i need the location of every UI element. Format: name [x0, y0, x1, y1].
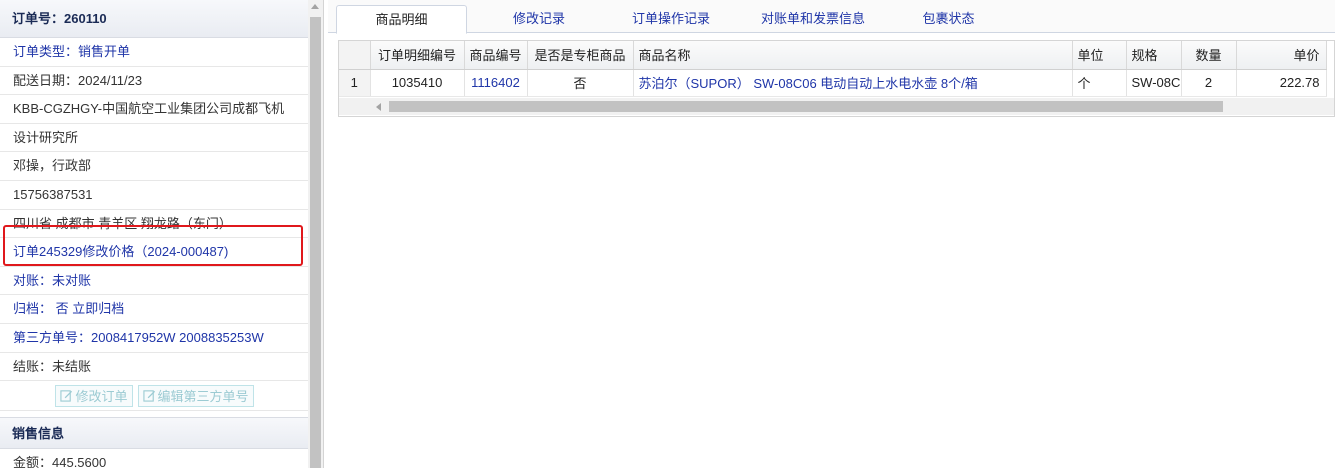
col-header[interactable]: 单位	[1072, 41, 1127, 70]
order-actions: 修改订单 编辑第三方单号	[0, 381, 309, 412]
amount-row: 金额：445.5600	[0, 449, 309, 468]
tab-reconcile-invoice[interactable]: 对账单和发票信息	[743, 5, 883, 33]
rownum-header	[339, 41, 371, 70]
col-header[interactable]: 商品名称	[633, 41, 1073, 70]
archive-label: 归档：	[13, 301, 53, 317]
col-header[interactable]: 单价	[1236, 41, 1327, 70]
detail-id-cell: 1035410	[370, 69, 465, 97]
edit-icon	[60, 390, 73, 402]
is-counter-cell: 否	[527, 69, 634, 97]
address-row: 四川省 成都市 青羊区 翔龙路（东门）	[0, 210, 309, 239]
tab-product-details[interactable]: 商品明细	[336, 5, 467, 34]
left-vertical-scrollbar[interactable]	[308, 0, 323, 468]
sales-info-header: 销售信息	[0, 417, 309, 450]
scroll-left-arrow-icon[interactable]	[376, 103, 381, 111]
reconcile-label: 对账：	[13, 272, 53, 288]
product-grid: 订单明细编号 商品编号 是否是专柜商品 商品名称 单位 规格 数量 单价 1 1…	[338, 40, 1335, 117]
table-header-row: 订单明细编号 商品编号 是否是专柜商品 商品名称 单位 规格 数量 单价	[339, 41, 1327, 70]
price-cell: 222.78	[1236, 69, 1327, 97]
unit-cell: 个	[1072, 69, 1127, 97]
col-header[interactable]: 商品编号	[464, 41, 528, 70]
edit-third-party-label: 编辑第三方单号	[157, 389, 249, 405]
settle-value: 未结账	[52, 358, 92, 374]
spec-cell: SW-08C	[1126, 69, 1182, 97]
tab-package-status[interactable]: 包裹状态	[906, 5, 991, 33]
col-header[interactable]: 数量	[1181, 41, 1237, 70]
product-table: 订单明细编号 商品编号 是否是专柜商品 商品名称 单位 规格 数量 单价 1 1…	[339, 41, 1327, 97]
price-change-link[interactable]: 订单245329修改价格（2024-000487)	[0, 238, 309, 267]
product-name-link[interactable]: 苏泊尔（SUPOR） SW-08C06 电动自动上水电水壶 8个/箱	[633, 69, 1073, 97]
col-header[interactable]: 订单明细编号	[370, 41, 465, 70]
col-header[interactable]: 是否是专柜商品	[527, 41, 634, 70]
order-info-content: 订单号：260110 订单类型：销售开单 配送日期：2024/11/23 KBB…	[0, 0, 309, 468]
horizontal-scrollbar[interactable]	[339, 98, 1334, 115]
scroll-up-arrow-icon[interactable]	[311, 4, 319, 9]
customer-name-row: KBB-CGZHGY-中国航空工业集团公司成都飞机	[0, 95, 309, 124]
table-row[interactable]: 1 1035410 1116402 否 苏泊尔（SUPOR） SW-08C06 …	[339, 69, 1327, 97]
settle-label: 结账：	[13, 358, 53, 374]
order-info-panel: 订单号：260110 订单类型：销售开单 配送日期：2024/11/23 KBB…	[0, 0, 324, 468]
product-id-link[interactable]: 1116402	[464, 69, 528, 97]
archive-now-link[interactable]: 否 立即归档	[52, 301, 125, 316]
tab-order-operations[interactable]: 订单操作记录	[616, 5, 726, 33]
reconcile-row: 对账：未对账	[0, 267, 309, 296]
reconcile-value: 未对账	[52, 272, 92, 288]
third-party-number-row: 第三方单号：2008417952W 2008835253W	[0, 324, 309, 353]
edit-order-label: 修改订单	[75, 389, 128, 405]
customer-name-row-cont: 设计研究所	[0, 124, 309, 153]
detail-panel: 商品明细 修改记录 订单操作记录 对账单和发票信息 包裹状态 订单明细编号 商品…	[328, 0, 1335, 468]
order-type-row: 订单类型：销售开单	[0, 38, 309, 67]
scroll-thumb[interactable]	[389, 101, 1223, 112]
edit-icon	[142, 390, 155, 402]
order-number-header: 订单号：260110	[0, 0, 309, 38]
qty-cell: 2	[1181, 69, 1237, 97]
contact-row: 邓操，行政部	[0, 152, 309, 181]
col-header[interactable]: 规格	[1126, 41, 1182, 70]
phone-row: 15756387531	[0, 181, 309, 210]
edit-order-button[interactable]: 修改订单	[55, 384, 133, 407]
tab-change-log[interactable]: 修改记录	[489, 5, 589, 33]
row-number: 1	[339, 69, 371, 97]
archive-row: 归档： 否 立即归档	[0, 295, 309, 324]
delivery-date-row: 配送日期：2024/11/23	[0, 67, 309, 96]
settle-row: 结账：未结账	[0, 353, 309, 382]
edit-third-party-button[interactable]: 编辑第三方单号	[137, 384, 254, 407]
tab-bar: 商品明细 修改记录 订单操作记录 对账单和发票信息 包裹状态	[328, 0, 1335, 34]
scroll-thumb[interactable]	[310, 17, 321, 468]
